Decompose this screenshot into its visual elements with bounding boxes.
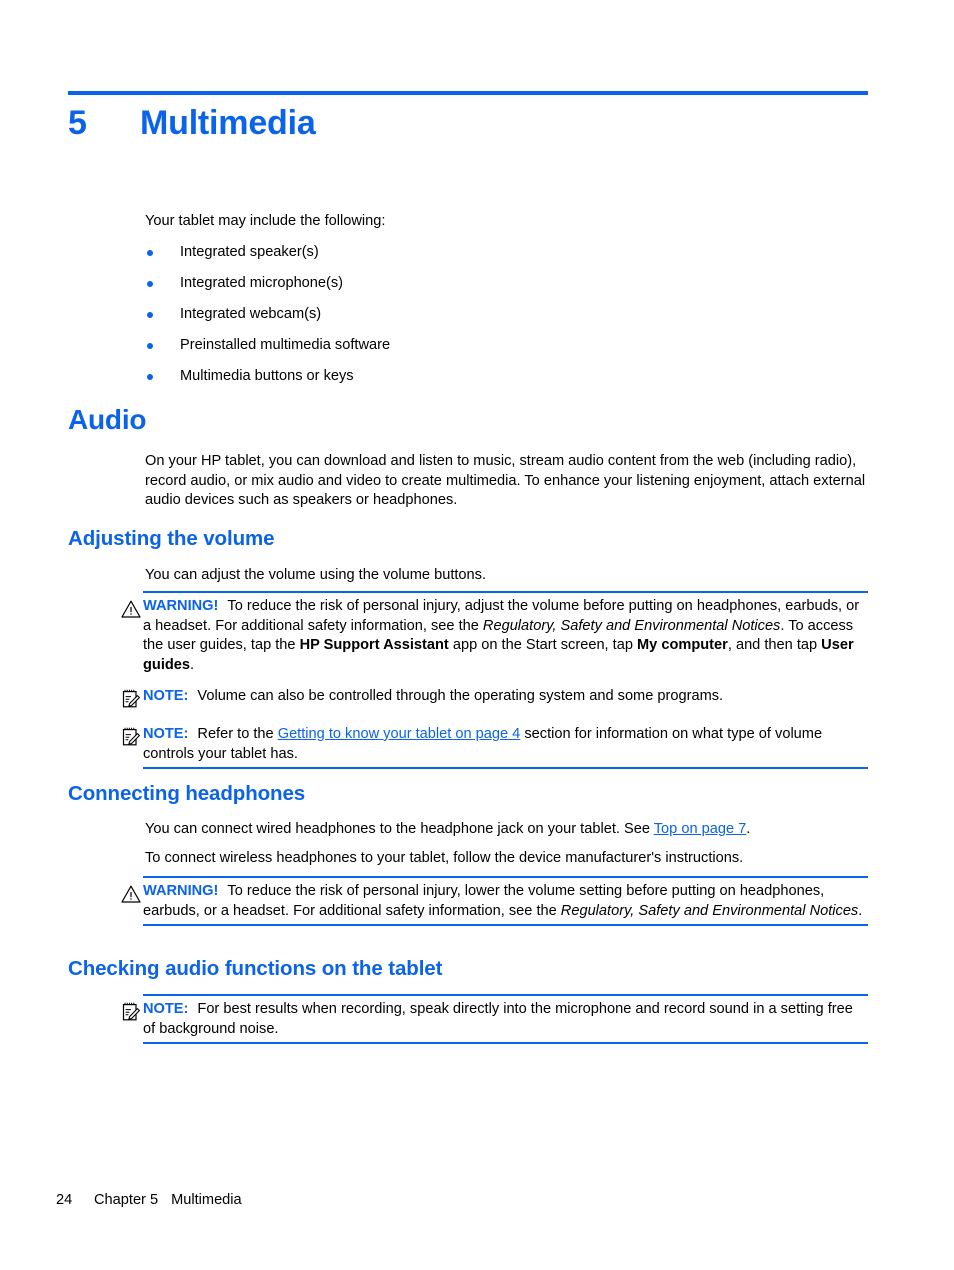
connecting-headphones-paragraph-2-block: To connect wireless headphones to your t… (145, 849, 868, 869)
bullet-dot-icon (147, 312, 153, 318)
callout-text: WARNING! To reduce the risk of personal i… (120, 876, 868, 926)
section-heading-connecting-headphones: Connecting headphones (68, 782, 306, 805)
bullet-dot-icon (147, 343, 153, 349)
paragraph-text-1: You can connect wired headphones to the … (145, 821, 654, 837)
document-page: 5 Multimedia Your tablet may include the … (0, 0, 954, 1270)
callout-text-5: . (190, 656, 195, 673)
paragraph-text-2: . (746, 821, 751, 837)
callout-label: WARNING! (143, 883, 219, 899)
list-item-label: Preinstalled multimedia software (180, 337, 391, 353)
callout-rule-bottom (143, 924, 868, 926)
warning-callout-volume: WARNING! To reduce the risk of personal i… (120, 591, 868, 680)
callout-label: NOTE: (143, 1001, 189, 1017)
callout-label: WARNING! (143, 598, 219, 614)
note-pad-icon (120, 1001, 142, 1023)
bullet-dot-icon (147, 281, 153, 287)
intro-block: Your tablet may include the following: I… (145, 212, 868, 387)
warning-triangle-icon (120, 883, 142, 905)
note-pad-icon (120, 688, 142, 710)
list-item-label: Integrated microphone(s) (180, 275, 344, 291)
connecting-headphones-paragraph-1-block: You can connect wired headphones to the … (145, 820, 868, 840)
callout-italic-1: Regulatory, Safety and Environmental Not… (560, 902, 859, 919)
note-callout-volume-os: NOTE: Volume can also be controlled throu… (120, 681, 868, 712)
callout-text-3: app on the Start screen, tap (448, 637, 638, 653)
callout-rule-top (143, 591, 868, 593)
callout-text: NOTE: Volume can also be controlled throu… (120, 681, 868, 712)
callout-rule-top (143, 994, 868, 996)
callout-text-1: For best results when recording, speak d… (143, 1001, 853, 1037)
callout-label: NOTE: (143, 688, 189, 704)
callout-rule-bottom (143, 1042, 868, 1044)
callout-text-1: Volume can also be controlled through th… (197, 688, 724, 704)
callout-rule-bottom (143, 767, 868, 769)
callout-text: NOTE: Refer to the Getting to know your t… (120, 719, 868, 769)
chapter-title: 5 Multimedia (68, 104, 868, 143)
callout-text-4: , and then tap (727, 637, 822, 653)
chapter-title-text: Multimedia (140, 104, 316, 142)
adjusting-volume-paragraph: You can adjust the volume using the volu… (145, 567, 487, 583)
intro-lead: Your tablet may include the following: (145, 213, 386, 229)
connecting-headphones-paragraph-1: You can connect wired headphones to the … (145, 820, 868, 840)
audio-paragraph-block: On your HP tablet, you can download and … (145, 452, 868, 511)
list-item: Preinstalled multimedia software (145, 336, 868, 356)
callout-text-2: . (858, 902, 863, 919)
bullet-dot-icon (147, 250, 153, 256)
list-item-label: Integrated speaker(s) (180, 244, 319, 260)
page-footer: 24 Chapter 5 Multimedia (56, 1192, 242, 1208)
chapter-rule (68, 91, 868, 95)
section-heading-adjusting-volume: Adjusting the volume (68, 527, 275, 550)
section-heading-audio: Audio (68, 404, 147, 435)
footer-chapter-title: Multimedia (171, 1192, 242, 1208)
footer-chapter-label: Chapter 5 (94, 1192, 159, 1208)
list-item: Multimedia buttons or keys (145, 367, 868, 387)
feature-list: Integrated speaker(s) Integrated microph… (145, 243, 868, 387)
callout-bold-1: HP Support Assistant (299, 637, 449, 653)
callout-text-1: Refer to the (197, 726, 278, 742)
adjusting-volume-paragraph-block: You can adjust the volume using the volu… (145, 566, 868, 586)
note-callout-volume-controls: NOTE: Refer to the Getting to know your t… (120, 719, 868, 769)
note-pad-icon (120, 726, 142, 748)
chapter-number: 5 (68, 104, 87, 142)
list-item: Integrated speaker(s) (145, 243, 868, 263)
callout-text: WARNING! To reduce the risk of personal i… (120, 591, 868, 680)
warning-callout-headphones: WARNING! To reduce the risk of personal i… (120, 876, 868, 926)
connecting-headphones-paragraph-2: To connect wireless headphones to your t… (145, 850, 744, 866)
section-heading-checking-audio: Checking audio functions on the tablet (68, 957, 443, 980)
warning-triangle-icon (120, 598, 142, 620)
footer-page-number: 24 (56, 1192, 73, 1208)
list-item-label: Multimedia buttons or keys (180, 368, 354, 384)
callout-label: NOTE: (143, 726, 189, 742)
bullet-dot-icon (147, 374, 153, 380)
callout-text: NOTE: For best results when recording, sp… (120, 994, 868, 1044)
list-item: Integrated microphone(s) (145, 274, 868, 294)
list-item: Integrated webcam(s) (145, 305, 868, 325)
callout-rule-top (143, 876, 868, 878)
cross-reference-link-getting-to-know[interactable]: Getting to know your tablet on page 4 (278, 726, 521, 742)
cross-reference-link-top[interactable]: Top on page 7 (654, 821, 747, 837)
note-callout-recording: NOTE: For best results when recording, sp… (120, 994, 868, 1044)
callout-italic-1: Regulatory, Safety and Environmental Not… (482, 617, 781, 634)
audio-paragraph: On your HP tablet, you can download and … (145, 453, 866, 508)
list-item-label: Integrated webcam(s) (180, 306, 322, 322)
callout-bold-2: My computer (637, 637, 728, 653)
